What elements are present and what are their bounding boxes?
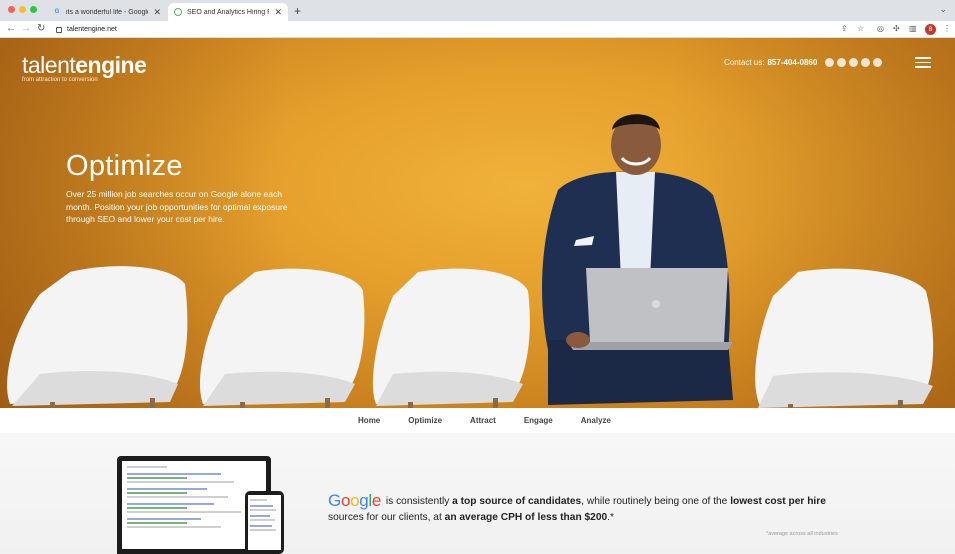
hero-title: Optimize bbox=[66, 150, 183, 182]
contact-phone-link[interactable]: 857-404-0860 bbox=[767, 58, 817, 67]
site-nav: Home Optimize Attract Engage Analyze bbox=[0, 408, 955, 433]
contact-bar: Contact us: 857-404-0860 bbox=[724, 58, 883, 67]
linkedin-icon[interactable] bbox=[861, 58, 871, 67]
white-chair-image bbox=[755, 268, 934, 408]
close-window-button[interactable] bbox=[8, 6, 15, 13]
nav-engage[interactable]: Engage bbox=[524, 416, 553, 425]
social-icons bbox=[825, 58, 883, 67]
maximize-window-button[interactable] bbox=[30, 6, 37, 13]
hero-description: Over 25 million job searches occur on Go… bbox=[66, 189, 288, 224]
white-chair-image bbox=[7, 266, 188, 408]
browser-toolbar: ← → ↻ talentengine.net ⇪ ☆ ◎ ✣ ▥ B ⋮ bbox=[0, 21, 955, 38]
chevron-down-icon[interactable]: ⌄ bbox=[939, 4, 947, 15]
browser-tab-talentengine[interactable]: SEO and Analytics Hiring Platfo ✕ bbox=[168, 3, 288, 21]
nav-optimize[interactable]: Optimize bbox=[408, 416, 442, 425]
facebook-icon[interactable] bbox=[837, 58, 847, 67]
puzzle-icon[interactable]: ✣ bbox=[893, 24, 900, 33]
twitter-icon[interactable] bbox=[849, 58, 859, 67]
browser-tab-google[interactable]: G its a wonderful life - Google Se ✕ bbox=[47, 3, 167, 21]
contact-label: Contact us: bbox=[724, 58, 765, 67]
nav-attract[interactable]: Attract bbox=[470, 416, 496, 425]
url-text: talentengine.net bbox=[67, 26, 117, 33]
kebab-menu-icon[interactable]: ⋮ bbox=[943, 24, 951, 33]
nav-analyze[interactable]: Analyze bbox=[581, 416, 611, 425]
tab-title: SEO and Analytics Hiring Platfo bbox=[187, 8, 269, 16]
share-icon[interactable]: ⇪ bbox=[841, 24, 848, 33]
browser-tab-bar: G its a wonderful life - Google Se ✕ SEO… bbox=[0, 0, 955, 21]
talentengine-logo[interactable]: talentengine from attraction to conversi… bbox=[22, 52, 147, 83]
talentengine-icon bbox=[174, 8, 182, 16]
close-tab-icon[interactable]: ✕ bbox=[153, 7, 161, 18]
email-icon[interactable] bbox=[825, 58, 835, 67]
white-chair-image bbox=[199, 268, 365, 408]
white-chair-image bbox=[372, 268, 530, 408]
nav-home[interactable]: Home bbox=[358, 416, 380, 425]
footnote: *average across all industries bbox=[766, 531, 838, 537]
logo-text-talent: talent bbox=[22, 52, 76, 78]
hero-banner: talentengine from attraction to conversi… bbox=[0, 38, 955, 408]
profile-avatar[interactable]: B bbox=[925, 24, 936, 35]
new-tab-button[interactable]: + bbox=[294, 4, 301, 18]
tab-title: its a wonderful life - Google Se bbox=[66, 8, 148, 16]
hamburger-menu-icon[interactable] bbox=[915, 57, 931, 71]
man-with-laptop-image bbox=[542, 114, 733, 405]
google-icon: G bbox=[54, 9, 60, 15]
lock-icon bbox=[56, 26, 62, 33]
logo-text-engine: engine bbox=[75, 52, 147, 78]
back-button[interactable]: ← bbox=[6, 23, 16, 34]
address-bar[interactable]: talentengine.net bbox=[56, 23, 117, 36]
forward-button[interactable]: → bbox=[21, 23, 31, 34]
phone-serp-image bbox=[245, 491, 284, 554]
reload-button[interactable]: ↻ bbox=[37, 23, 45, 34]
google-statement: Google is consistently a top source of c… bbox=[328, 491, 826, 523]
google-logo: Google bbox=[328, 491, 382, 510]
google-section: Google is consistently a top source of c… bbox=[0, 433, 955, 554]
minimize-window-button[interactable] bbox=[19, 6, 26, 13]
sidebar-icon[interactable]: ▥ bbox=[909, 24, 917, 33]
close-tab-icon[interactable]: ✕ bbox=[274, 7, 282, 18]
youtube-icon[interactable] bbox=[873, 58, 883, 67]
extension-icon[interactable]: ◎ bbox=[877, 24, 884, 33]
bookmark-star-icon[interactable]: ☆ bbox=[857, 24, 864, 33]
